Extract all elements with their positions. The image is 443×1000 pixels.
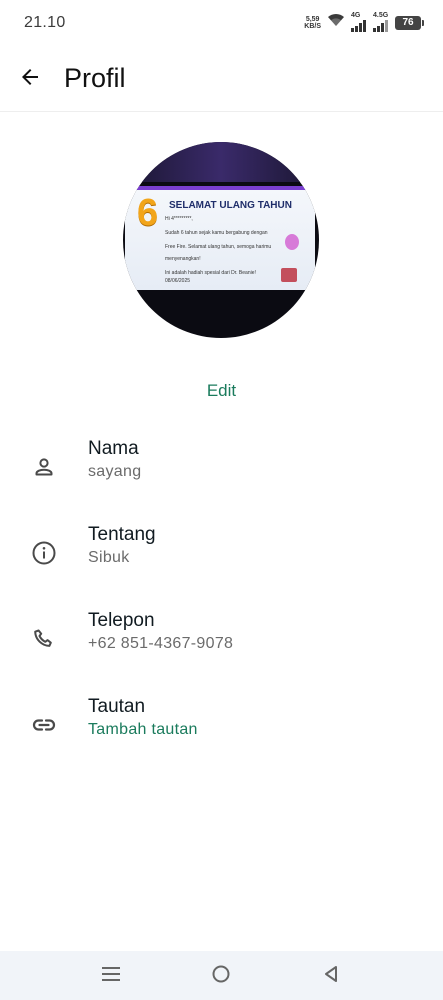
row-phone-value: +62 851-4367-9078 [88, 635, 234, 652]
cell-signal-1-icon: 4G [351, 11, 367, 32]
profile-photo[interactable]: 6 SELAMAT ULANG TAHUN Hi 4*********, Sud… [123, 142, 319, 338]
row-about[interactable]: Tentang Sibuk [0, 510, 443, 596]
row-link-label: Tautan [88, 696, 146, 717]
row-name-text: Nama sayang [88, 438, 141, 481]
row-phone-label: Telepon [88, 610, 155, 631]
menu-icon [101, 965, 121, 988]
recents-button[interactable] [99, 964, 123, 988]
birthday-card-line: 08/06/2025 [165, 278, 191, 284]
birthday-card: 6 SELAMAT ULANG TAHUN Hi 4*********, Sud… [125, 186, 315, 290]
link-icon [30, 711, 58, 739]
network-speed: 5,59 KB/S [304, 16, 321, 30]
row-name-value: sayang [88, 463, 142, 480]
battery-icon: 76 [395, 15, 424, 30]
system-nav-bar [0, 951, 443, 1000]
row-phone[interactable]: Telepon +62 851-4367-9078 [0, 596, 443, 682]
birthday-card-line: Sudah 6 tahun sejak kamu bergabung denga… [165, 230, 268, 236]
status-time: 21.10 [24, 14, 66, 31]
network-speed-unit: KB/S [304, 22, 321, 30]
row-link[interactable]: Tautan Tambah tautan [0, 682, 443, 768]
birthday-card-line: Hi 4*********, [165, 216, 193, 222]
network-speed-value: 5,59 [305, 15, 320, 23]
phone-icon [30, 625, 58, 653]
back-button[interactable] [14, 63, 46, 95]
nav-back-button[interactable] [319, 964, 343, 988]
person-icon [30, 453, 58, 481]
row-about-value: Sibuk [88, 549, 130, 566]
birthday-card-line: Ini adalah hadiah spesial dari Dr. Beani… [165, 270, 256, 276]
birthday-card-line: Free Fire. Selamat ulang tahun, semoga h… [165, 244, 272, 250]
birthday-card-title: SELAMAT ULANG TAHUN [169, 200, 292, 211]
wifi-icon [327, 13, 345, 32]
add-link-button[interactable]: Tambah tautan [88, 721, 198, 739]
row-about-text: Tentang Sibuk [88, 524, 156, 567]
cell-signal-2-label: 4.5G [373, 11, 389, 19]
row-about-label: Tentang [88, 524, 156, 545]
cell-signal-2-icon: 4.5G [373, 11, 389, 32]
app-bar: Profil [0, 46, 443, 112]
page-title: Profil [64, 63, 126, 93]
info-icon [30, 539, 58, 567]
status-bar: 21.10 5,59 KB/S 4G 4.5G 76 [0, 0, 443, 46]
arrow-left-icon [18, 65, 42, 94]
birthday-card-number: 6 [137, 192, 159, 234]
row-link-text: Tautan Tambah tautan [88, 696, 198, 739]
cell-signal-1-label: 4G [351, 11, 361, 19]
profile-photo-image: 6 SELAMAT ULANG TAHUN Hi 4*********, Sud… [123, 142, 319, 338]
edit-photo-button[interactable]: Edit [0, 381, 443, 401]
home-circle-icon [210, 963, 232, 990]
home-button[interactable] [209, 964, 233, 988]
triangle-back-icon [321, 964, 341, 989]
row-phone-text: Telepon +62 851-4367-9078 [88, 610, 233, 653]
row-name[interactable]: Nama sayang [0, 424, 443, 510]
row-name-label: Nama [88, 438, 139, 459]
status-icons: 5,59 KB/S 4G 4.5G 76 [304, 11, 424, 32]
balloon-icon [285, 234, 299, 250]
gift-icon [281, 268, 297, 282]
birthday-card-line: menyenangkan! [165, 256, 201, 262]
